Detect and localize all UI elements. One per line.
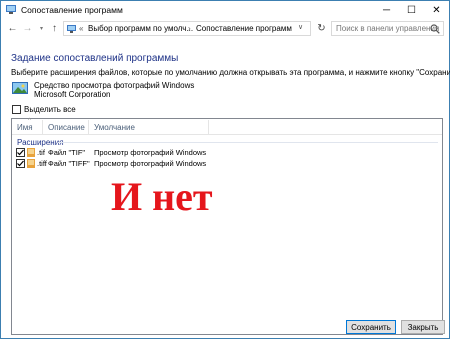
checkmark-icon xyxy=(17,149,24,156)
maximize-button[interactable]: ☐ xyxy=(399,1,424,19)
photo-viewer-icon xyxy=(12,82,28,94)
row-description: Файл "TIFF" xyxy=(48,159,90,168)
control-panel-icon xyxy=(67,25,76,33)
column-divider[interactable] xyxy=(208,120,209,134)
instruction-text: Выберите расширения файлов, которые по у… xyxy=(11,68,450,77)
close-window-button[interactable]: ✕ xyxy=(424,1,449,19)
column-header-name[interactable]: Имя xyxy=(17,123,33,132)
row-description: Файл "TIF" xyxy=(48,148,86,157)
group-extensions[interactable]: Расширения xyxy=(17,138,64,147)
minimize-button[interactable]: ─ xyxy=(374,1,399,19)
column-header-description[interactable]: Описание xyxy=(48,123,85,132)
address-dropdown[interactable]: ∨ xyxy=(298,23,303,31)
forward-button[interactable]: → xyxy=(21,22,34,35)
column-divider[interactable] xyxy=(42,120,43,134)
breadcrumb-separator: › xyxy=(188,24,191,33)
search-placeholder: Поиск в панели управления xyxy=(336,24,440,33)
window-title: Сопоставление программ xyxy=(21,5,123,15)
row-default: Просмотр фотографий Windows xyxy=(94,148,207,157)
main-content: Задание сопоставлений программы Выберите… xyxy=(1,39,450,339)
checkmark-icon xyxy=(17,160,24,167)
page-title: Задание сопоставлений программы xyxy=(11,53,179,64)
program-company: Microsoft Corporation xyxy=(34,90,111,99)
title-bar: Сопоставление программ ─ ☐ ✕ xyxy=(1,1,449,19)
save-button[interactable]: Сохранить xyxy=(346,320,396,334)
search-icon xyxy=(430,24,440,34)
select-all-checkbox[interactable] xyxy=(12,105,21,114)
refresh-button[interactable]: ↻ xyxy=(314,21,329,36)
group-divider xyxy=(58,142,438,143)
breadcrumb-associations[interactable]: Сопоставление программ xyxy=(196,24,292,33)
close-button[interactable]: Закрыть xyxy=(401,320,445,334)
file-type-icon xyxy=(27,148,35,157)
overlay-caption: И нет xyxy=(111,174,213,219)
column-divider[interactable] xyxy=(88,120,89,134)
select-all-label[interactable]: Выделить все xyxy=(24,105,76,114)
row-name: .tif xyxy=(37,148,45,157)
row-default: Просмотр фотографий Windows xyxy=(94,159,207,168)
breadcrumb-default-programs[interactable]: Выбор программ по умолч... xyxy=(88,24,193,33)
column-header-default[interactable]: Умолчание xyxy=(94,123,135,132)
search-input[interactable]: Поиск в панели управления xyxy=(331,21,444,36)
list-header: ^ Имя Описание Умолчание xyxy=(12,118,442,135)
up-button[interactable]: ↑ xyxy=(48,22,61,35)
tiff-checkbox[interactable] xyxy=(16,159,25,168)
file-type-icon xyxy=(27,159,35,168)
list-item[interactable]: .tif Файл "TIF" Просмотр фотографий Wind… xyxy=(12,147,442,158)
tif-checkbox[interactable] xyxy=(16,148,25,157)
breadcrumb-overflow[interactable]: « xyxy=(79,24,83,33)
navigation-bar: ← → ▾ ↑ « Выбор программ по умолч... › С… xyxy=(1,19,449,39)
program-name: Средство просмотра фотографий Windows xyxy=(34,81,195,90)
control-panel-icon xyxy=(6,5,16,14)
address-bar[interactable]: « Выбор программ по умолч... › Сопоставл… xyxy=(63,21,311,36)
extensions-list[interactable]: ^ Имя Описание Умолчание Расширения .tif… xyxy=(11,118,443,335)
recent-locations-button[interactable]: ▾ xyxy=(35,22,48,35)
back-button[interactable]: ← xyxy=(6,22,19,35)
program-associations-window: Сопоставление программ ─ ☐ ✕ ← → ▾ ↑ « В… xyxy=(0,0,450,339)
row-name: .tiff xyxy=(37,159,47,168)
list-item[interactable]: .tiff Файл "TIFF" Просмотр фотографий Wi… xyxy=(12,158,442,169)
